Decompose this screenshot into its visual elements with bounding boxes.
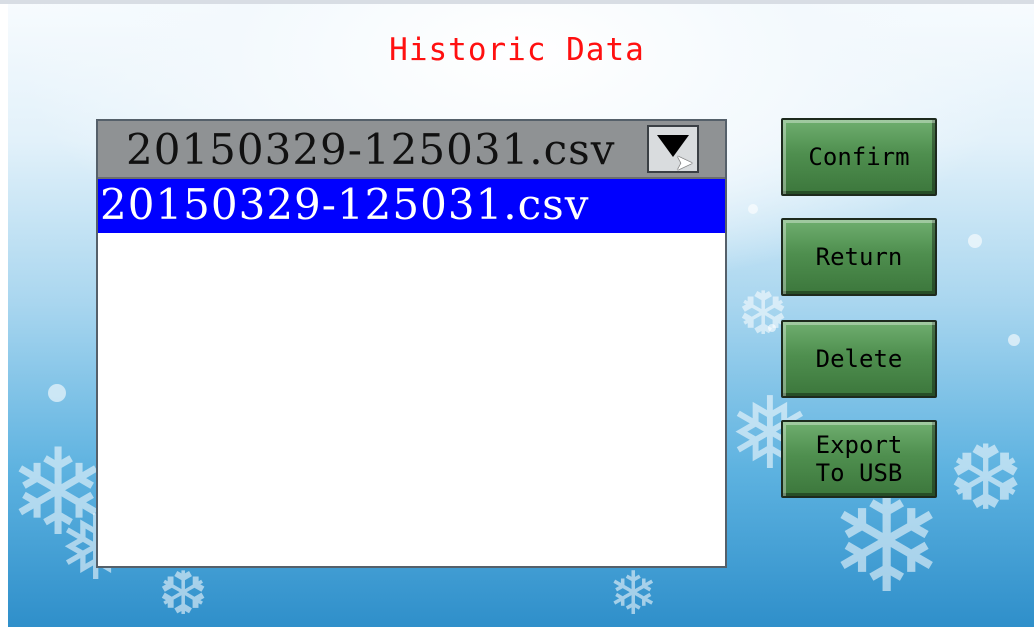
- export-to-usb-button[interactable]: Export To USB: [781, 420, 937, 498]
- bokeh-dot: [968, 234, 982, 248]
- bokeh-dot: [1008, 334, 1020, 346]
- export-button-label: Export To USB: [815, 431, 903, 487]
- list-item[interactable]: 20150329-125031.csv: [98, 179, 725, 233]
- page-title: Historic Data: [389, 32, 645, 68]
- bokeh-dot: [48, 384, 66, 402]
- confirm-button[interactable]: Confirm: [781, 118, 937, 196]
- file-select-combobox[interactable]: 20150329-125031.csv ➤ 20150329-125031.cs…: [96, 119, 727, 568]
- snowflake-decoration: ❄: [608, 559, 659, 627]
- delete-button[interactable]: Delete: [781, 320, 937, 398]
- file-select-value: 20150329-125031.csv: [126, 125, 616, 174]
- snowflake-decoration: ❆: [158, 559, 209, 627]
- bokeh-dot: [768, 324, 776, 332]
- return-button-label: Return: [815, 243, 903, 271]
- confirm-button-label: Confirm: [808, 143, 910, 171]
- dropdown-button[interactable]: ➤: [647, 125, 699, 176]
- mouse-pointer-icon: ➤: [675, 151, 694, 176]
- file-select-header[interactable]: 20150329-125031.csv ➤: [98, 121, 725, 179]
- bokeh-dot: [748, 204, 758, 214]
- return-button[interactable]: Return: [781, 218, 937, 296]
- delete-button-label: Delete: [815, 345, 903, 373]
- snowflake-decoration: ❆: [948, 426, 1024, 531]
